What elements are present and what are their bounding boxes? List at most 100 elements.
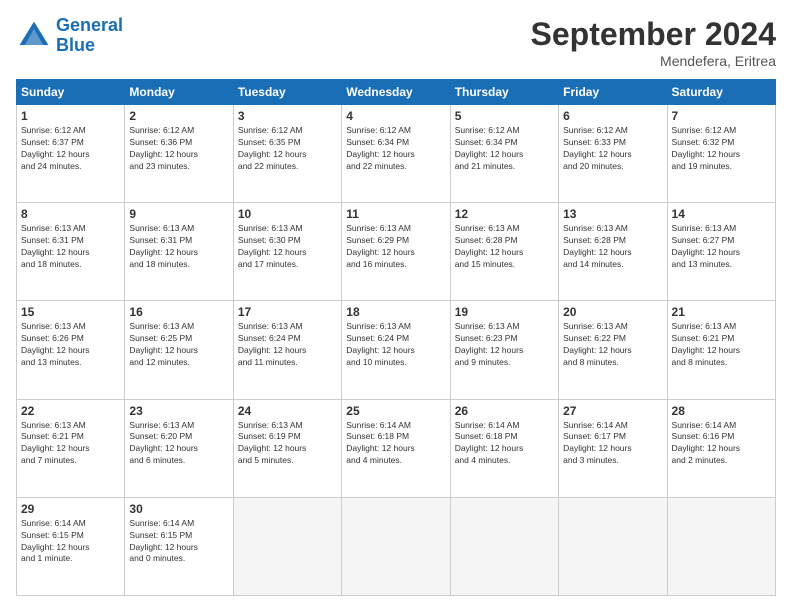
cell-info: Sunrise: 6:14 AM Sunset: 6:15 PM Dayligh… (129, 518, 228, 566)
day-number: 2 (129, 109, 228, 123)
calendar-cell: 5 Sunrise: 6:12 AM Sunset: 6:34 PM Daylig… (450, 105, 558, 203)
cell-info: Sunrise: 6:13 AM Sunset: 6:28 PM Dayligh… (563, 223, 662, 271)
cell-info: Sunrise: 6:14 AM Sunset: 6:17 PM Dayligh… (563, 420, 662, 468)
cell-info: Sunrise: 6:13 AM Sunset: 6:19 PM Dayligh… (238, 420, 337, 468)
cell-info: Sunrise: 6:13 AM Sunset: 6:25 PM Dayligh… (129, 321, 228, 369)
calendar-cell: 15Sunrise: 6:13 AM Sunset: 6:26 PM Dayli… (17, 301, 125, 399)
cell-info: Sunrise: 6:13 AM Sunset: 6:22 PM Dayligh… (563, 321, 662, 369)
calendar-cell: 17 Sunrise: 6:13 AM Sunset: 6:24 PM Dayli… (233, 301, 341, 399)
day-number: 24 (238, 404, 337, 418)
calendar-cell: 21Sunrise: 6:13 AM Sunset: 6:21 PM Dayli… (667, 301, 775, 399)
calendar-cell: 8 Sunrise: 6:13 AM Sunset: 6:31 PM Daylig… (17, 203, 125, 301)
day-number: 9 (129, 207, 228, 221)
title-block: September 2024 Mendefera, Eritrea (531, 16, 776, 69)
day-number: 26 (455, 404, 554, 418)
day-header-saturday: Saturday (667, 80, 775, 105)
day-header-monday: Monday (125, 80, 233, 105)
calendar-cell: 16 Sunrise: 6:13 AM Sunset: 6:25 PM Dayli… (125, 301, 233, 399)
calendar-cell: 26 Sunrise: 6:14 AM Sunset: 6:18 PM Dayli… (450, 399, 558, 497)
header: General Blue September 2024 Mendefera, E… (16, 16, 776, 69)
cell-info: Sunrise: 6:12 AM Sunset: 6:35 PM Dayligh… (238, 125, 337, 173)
calendar-cell: 30 Sunrise: 6:14 AM Sunset: 6:15 PM Dayli… (125, 497, 233, 595)
cell-info: Sunrise: 6:14 AM Sunset: 6:18 PM Dayligh… (455, 420, 554, 468)
day-header-tuesday: Tuesday (233, 80, 341, 105)
cell-info: Sunrise: 6:12 AM Sunset: 6:36 PM Dayligh… (129, 125, 228, 173)
cell-info: Sunrise: 6:13 AM Sunset: 6:20 PM Dayligh… (129, 420, 228, 468)
day-number: 25 (346, 404, 445, 418)
calendar-cell: 6 Sunrise: 6:12 AM Sunset: 6:33 PM Daylig… (559, 105, 667, 203)
day-number: 19 (455, 305, 554, 319)
calendar-cell: 11 Sunrise: 6:13 AM Sunset: 6:29 PM Dayli… (342, 203, 450, 301)
day-number: 14 (672, 207, 771, 221)
day-number: 11 (346, 207, 445, 221)
logo: General Blue (16, 16, 123, 56)
calendar-cell: 25 Sunrise: 6:14 AM Sunset: 6:18 PM Dayli… (342, 399, 450, 497)
week-row-4: 22 Sunrise: 6:13 AM Sunset: 6:21 PM Dayli… (17, 399, 776, 497)
day-number: 30 (129, 502, 228, 516)
week-row-1: 1Sunrise: 6:12 AM Sunset: 6:37 PM Daylig… (17, 105, 776, 203)
day-number: 6 (563, 109, 662, 123)
day-number: 8 (21, 207, 120, 221)
cell-info: Sunrise: 6:14 AM Sunset: 6:16 PM Dayligh… (672, 420, 771, 468)
cell-info: Sunrise: 6:13 AM Sunset: 6:21 PM Dayligh… (21, 420, 120, 468)
calendar-cell: 27 Sunrise: 6:14 AM Sunset: 6:17 PM Dayli… (559, 399, 667, 497)
day-number: 7 (672, 109, 771, 123)
day-number: 17 (238, 305, 337, 319)
calendar-cell: 28 Sunrise: 6:14 AM Sunset: 6:16 PM Dayli… (667, 399, 775, 497)
calendar-cell: 23 Sunrise: 6:13 AM Sunset: 6:20 PM Dayli… (125, 399, 233, 497)
cell-info: Sunrise: 6:12 AM Sunset: 6:34 PM Dayligh… (455, 125, 554, 173)
cell-info: Sunrise: 6:12 AM Sunset: 6:33 PM Dayligh… (563, 125, 662, 173)
calendar-header-row: SundayMondayTuesdayWednesdayThursdayFrid… (17, 80, 776, 105)
day-number: 20 (563, 305, 662, 319)
cell-info: Sunrise: 6:13 AM Sunset: 6:24 PM Dayligh… (238, 321, 337, 369)
calendar-cell: 10Sunrise: 6:13 AM Sunset: 6:30 PM Dayli… (233, 203, 341, 301)
calendar-cell: 13 Sunrise: 6:13 AM Sunset: 6:28 PM Dayli… (559, 203, 667, 301)
cell-info: Sunrise: 6:13 AM Sunset: 6:29 PM Dayligh… (346, 223, 445, 271)
week-row-2: 8 Sunrise: 6:13 AM Sunset: 6:31 PM Daylig… (17, 203, 776, 301)
day-header-wednesday: Wednesday (342, 80, 450, 105)
day-header-thursday: Thursday (450, 80, 558, 105)
cell-info: Sunrise: 6:13 AM Sunset: 6:26 PM Dayligh… (21, 321, 120, 369)
logo-text: General Blue (56, 16, 123, 56)
cell-info: Sunrise: 6:12 AM Sunset: 6:34 PM Dayligh… (346, 125, 445, 173)
day-number: 23 (129, 404, 228, 418)
cell-info: Sunrise: 6:13 AM Sunset: 6:31 PM Dayligh… (21, 223, 120, 271)
calendar-cell (450, 497, 558, 595)
day-number: 16 (129, 305, 228, 319)
day-number: 12 (455, 207, 554, 221)
calendar-table: SundayMondayTuesdayWednesdayThursdayFrid… (16, 79, 776, 596)
calendar-cell (342, 497, 450, 595)
calendar-cell: 20 Sunrise: 6:13 AM Sunset: 6:22 PM Dayli… (559, 301, 667, 399)
logo-icon (16, 18, 52, 54)
cell-info: Sunrise: 6:13 AM Sunset: 6:28 PM Dayligh… (455, 223, 554, 271)
cell-info: Sunrise: 6:13 AM Sunset: 6:31 PM Dayligh… (129, 223, 228, 271)
cell-info: Sunrise: 6:13 AM Sunset: 6:24 PM Dayligh… (346, 321, 445, 369)
calendar-cell: 2 Sunrise: 6:12 AM Sunset: 6:36 PM Daylig… (125, 105, 233, 203)
calendar-cell: 24 Sunrise: 6:13 AM Sunset: 6:19 PM Dayli… (233, 399, 341, 497)
month-title: September 2024 (531, 16, 776, 53)
day-header-sunday: Sunday (17, 80, 125, 105)
calendar-cell: 18 Sunrise: 6:13 AM Sunset: 6:24 PM Dayli… (342, 301, 450, 399)
calendar-cell (559, 497, 667, 595)
cell-info: Sunrise: 6:13 AM Sunset: 6:30 PM Dayligh… (238, 223, 337, 271)
calendar-cell: 9 Sunrise: 6:13 AM Sunset: 6:31 PM Daylig… (125, 203, 233, 301)
day-number: 18 (346, 305, 445, 319)
day-header-friday: Friday (559, 80, 667, 105)
subtitle: Mendefera, Eritrea (531, 53, 776, 69)
day-number: 13 (563, 207, 662, 221)
calendar-cell: 12 Sunrise: 6:13 AM Sunset: 6:28 PM Dayli… (450, 203, 558, 301)
day-number: 28 (672, 404, 771, 418)
cell-info: Sunrise: 6:14 AM Sunset: 6:18 PM Dayligh… (346, 420, 445, 468)
calendar-cell: 3Sunrise: 6:12 AM Sunset: 6:35 PM Daylig… (233, 105, 341, 203)
calendar-cell: 29Sunrise: 6:14 AM Sunset: 6:15 PM Dayli… (17, 497, 125, 595)
cell-info: Sunrise: 6:13 AM Sunset: 6:21 PM Dayligh… (672, 321, 771, 369)
day-number: 22 (21, 404, 120, 418)
day-number: 1 (21, 109, 120, 123)
calendar-cell: 22 Sunrise: 6:13 AM Sunset: 6:21 PM Dayli… (17, 399, 125, 497)
day-number: 27 (563, 404, 662, 418)
cell-info: Sunrise: 6:14 AM Sunset: 6:15 PM Dayligh… (21, 518, 120, 566)
day-number: 5 (455, 109, 554, 123)
page: General Blue September 2024 Mendefera, E… (0, 0, 792, 612)
week-row-5: 29Sunrise: 6:14 AM Sunset: 6:15 PM Dayli… (17, 497, 776, 595)
calendar-cell: 14Sunrise: 6:13 AM Sunset: 6:27 PM Dayli… (667, 203, 775, 301)
